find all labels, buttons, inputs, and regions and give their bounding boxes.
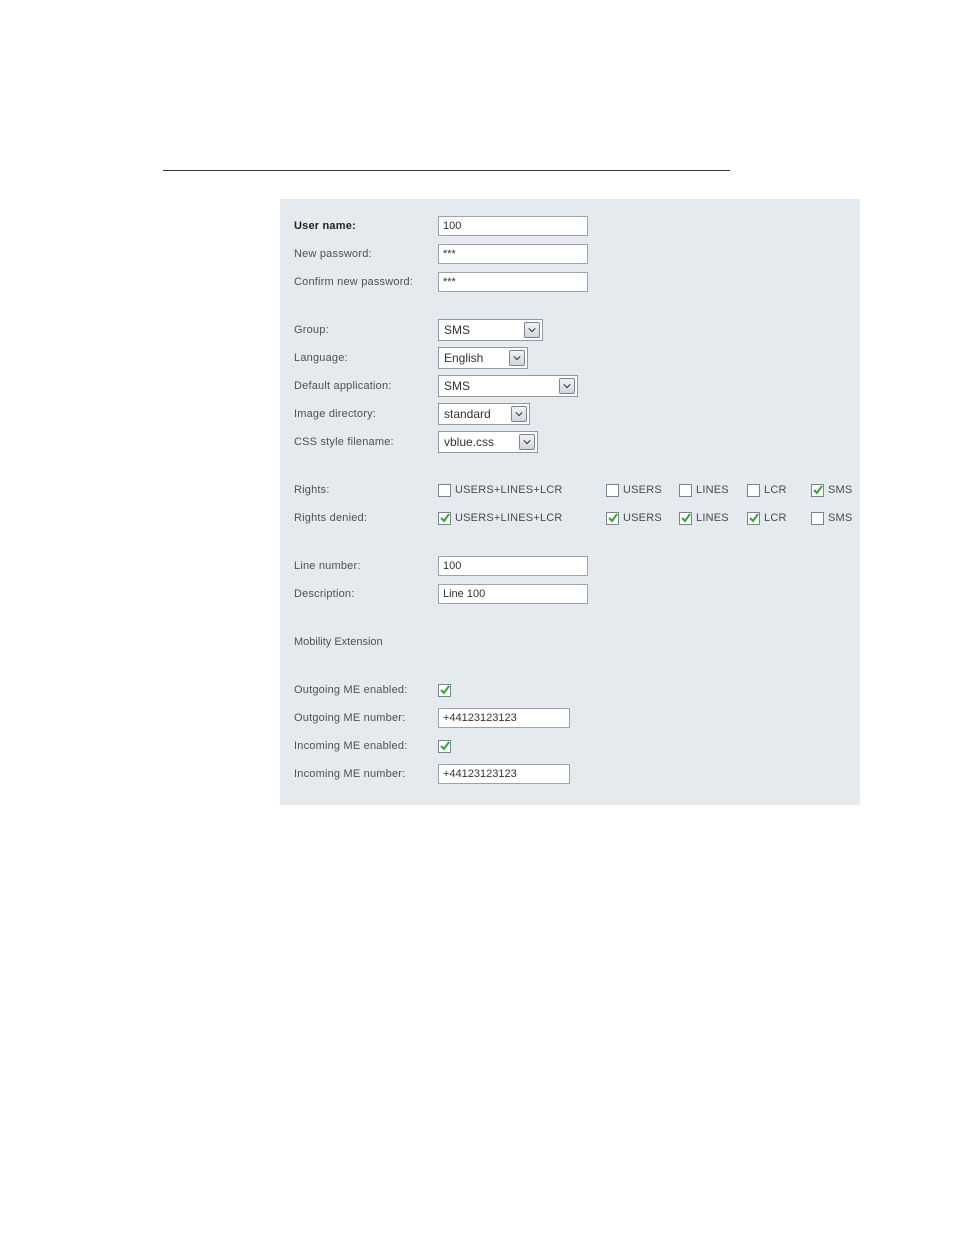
outgoing-me-enabled-checkbox[interactable]	[438, 684, 451, 697]
rights-ulc-checkbox[interactable]	[438, 484, 451, 497]
chevron-down-icon	[524, 322, 540, 338]
user-settings-panel: User name: New password: Confirm new pas…	[280, 199, 860, 805]
outgoing-me-number-label: Outgoing ME number:	[294, 712, 438, 724]
denied-sms-label: SMS	[828, 512, 852, 524]
denied-lcr-label: LCR	[764, 512, 787, 524]
default-app-label: Default application:	[294, 380, 438, 392]
css-filename-label: CSS style filename:	[294, 436, 438, 448]
username-label: User name:	[294, 220, 438, 232]
language-select[interactable]: English	[438, 347, 528, 369]
denied-lcr-checkbox[interactable]	[747, 512, 760, 525]
rights-sms-checkbox[interactable]	[811, 484, 824, 497]
denied-users-label: USERS	[623, 512, 662, 524]
default-app-select[interactable]: SMS	[438, 375, 578, 397]
new-password-input[interactable]	[438, 244, 588, 264]
rights-users-label: USERS	[623, 484, 662, 496]
username-input[interactable]	[438, 216, 588, 236]
denied-ulc-label: USERS+LINES+LCR	[455, 512, 563, 524]
css-filename-select[interactable]: vblue.css	[438, 431, 538, 453]
denied-users-checkbox[interactable]	[606, 512, 619, 525]
denied-lines-label: LINES	[696, 512, 729, 524]
rights-users-checkbox[interactable]	[606, 484, 619, 497]
line-number-input[interactable]	[438, 556, 588, 576]
chevron-down-icon	[509, 350, 525, 366]
denied-sms-checkbox[interactable]	[811, 512, 824, 525]
group-select-value: SMS	[444, 323, 476, 337]
incoming-me-enabled-label: Incoming ME enabled:	[294, 740, 438, 752]
incoming-me-number-input[interactable]	[438, 764, 570, 784]
line-description-input[interactable]	[438, 584, 588, 604]
confirm-password-input[interactable]	[438, 272, 588, 292]
confirm-password-label: Confirm new password:	[294, 276, 438, 288]
rights-denied-label: Rights denied:	[294, 512, 438, 524]
mobility-extension-heading: Mobility Extension	[294, 636, 383, 648]
rights-lcr-checkbox[interactable]	[747, 484, 760, 497]
rights-label: Rights:	[294, 484, 438, 496]
rights-lines-label: LINES	[696, 484, 729, 496]
divider	[163, 170, 730, 171]
image-dir-select[interactable]: standard	[438, 403, 530, 425]
language-label: Language:	[294, 352, 438, 364]
new-password-label: New password:	[294, 248, 438, 260]
group-select[interactable]: SMS	[438, 319, 543, 341]
outgoing-me-enabled-label: Outgoing ME enabled:	[294, 684, 438, 696]
css-filename-select-value: vblue.css	[444, 435, 500, 449]
chevron-down-icon	[519, 434, 535, 450]
image-dir-label: Image directory:	[294, 408, 438, 420]
rights-lcr-label: LCR	[764, 484, 787, 496]
denied-lines-checkbox[interactable]	[679, 512, 692, 525]
rights-lines-checkbox[interactable]	[679, 484, 692, 497]
language-select-value: English	[444, 351, 489, 365]
denied-ulc-checkbox[interactable]	[438, 512, 451, 525]
incoming-me-number-label: Incoming ME number:	[294, 768, 438, 780]
image-dir-select-value: standard	[444, 407, 497, 421]
line-number-label: Line number:	[294, 560, 438, 572]
incoming-me-enabled-checkbox[interactable]	[438, 740, 451, 753]
group-label: Group:	[294, 324, 438, 336]
outgoing-me-number-input[interactable]	[438, 708, 570, 728]
default-app-select-value: SMS	[444, 379, 476, 393]
line-description-label: Description:	[294, 588, 438, 600]
chevron-down-icon	[511, 406, 527, 422]
rights-ulc-label: USERS+LINES+LCR	[455, 484, 563, 496]
chevron-down-icon	[559, 378, 575, 394]
rights-sms-label: SMS	[828, 484, 852, 496]
